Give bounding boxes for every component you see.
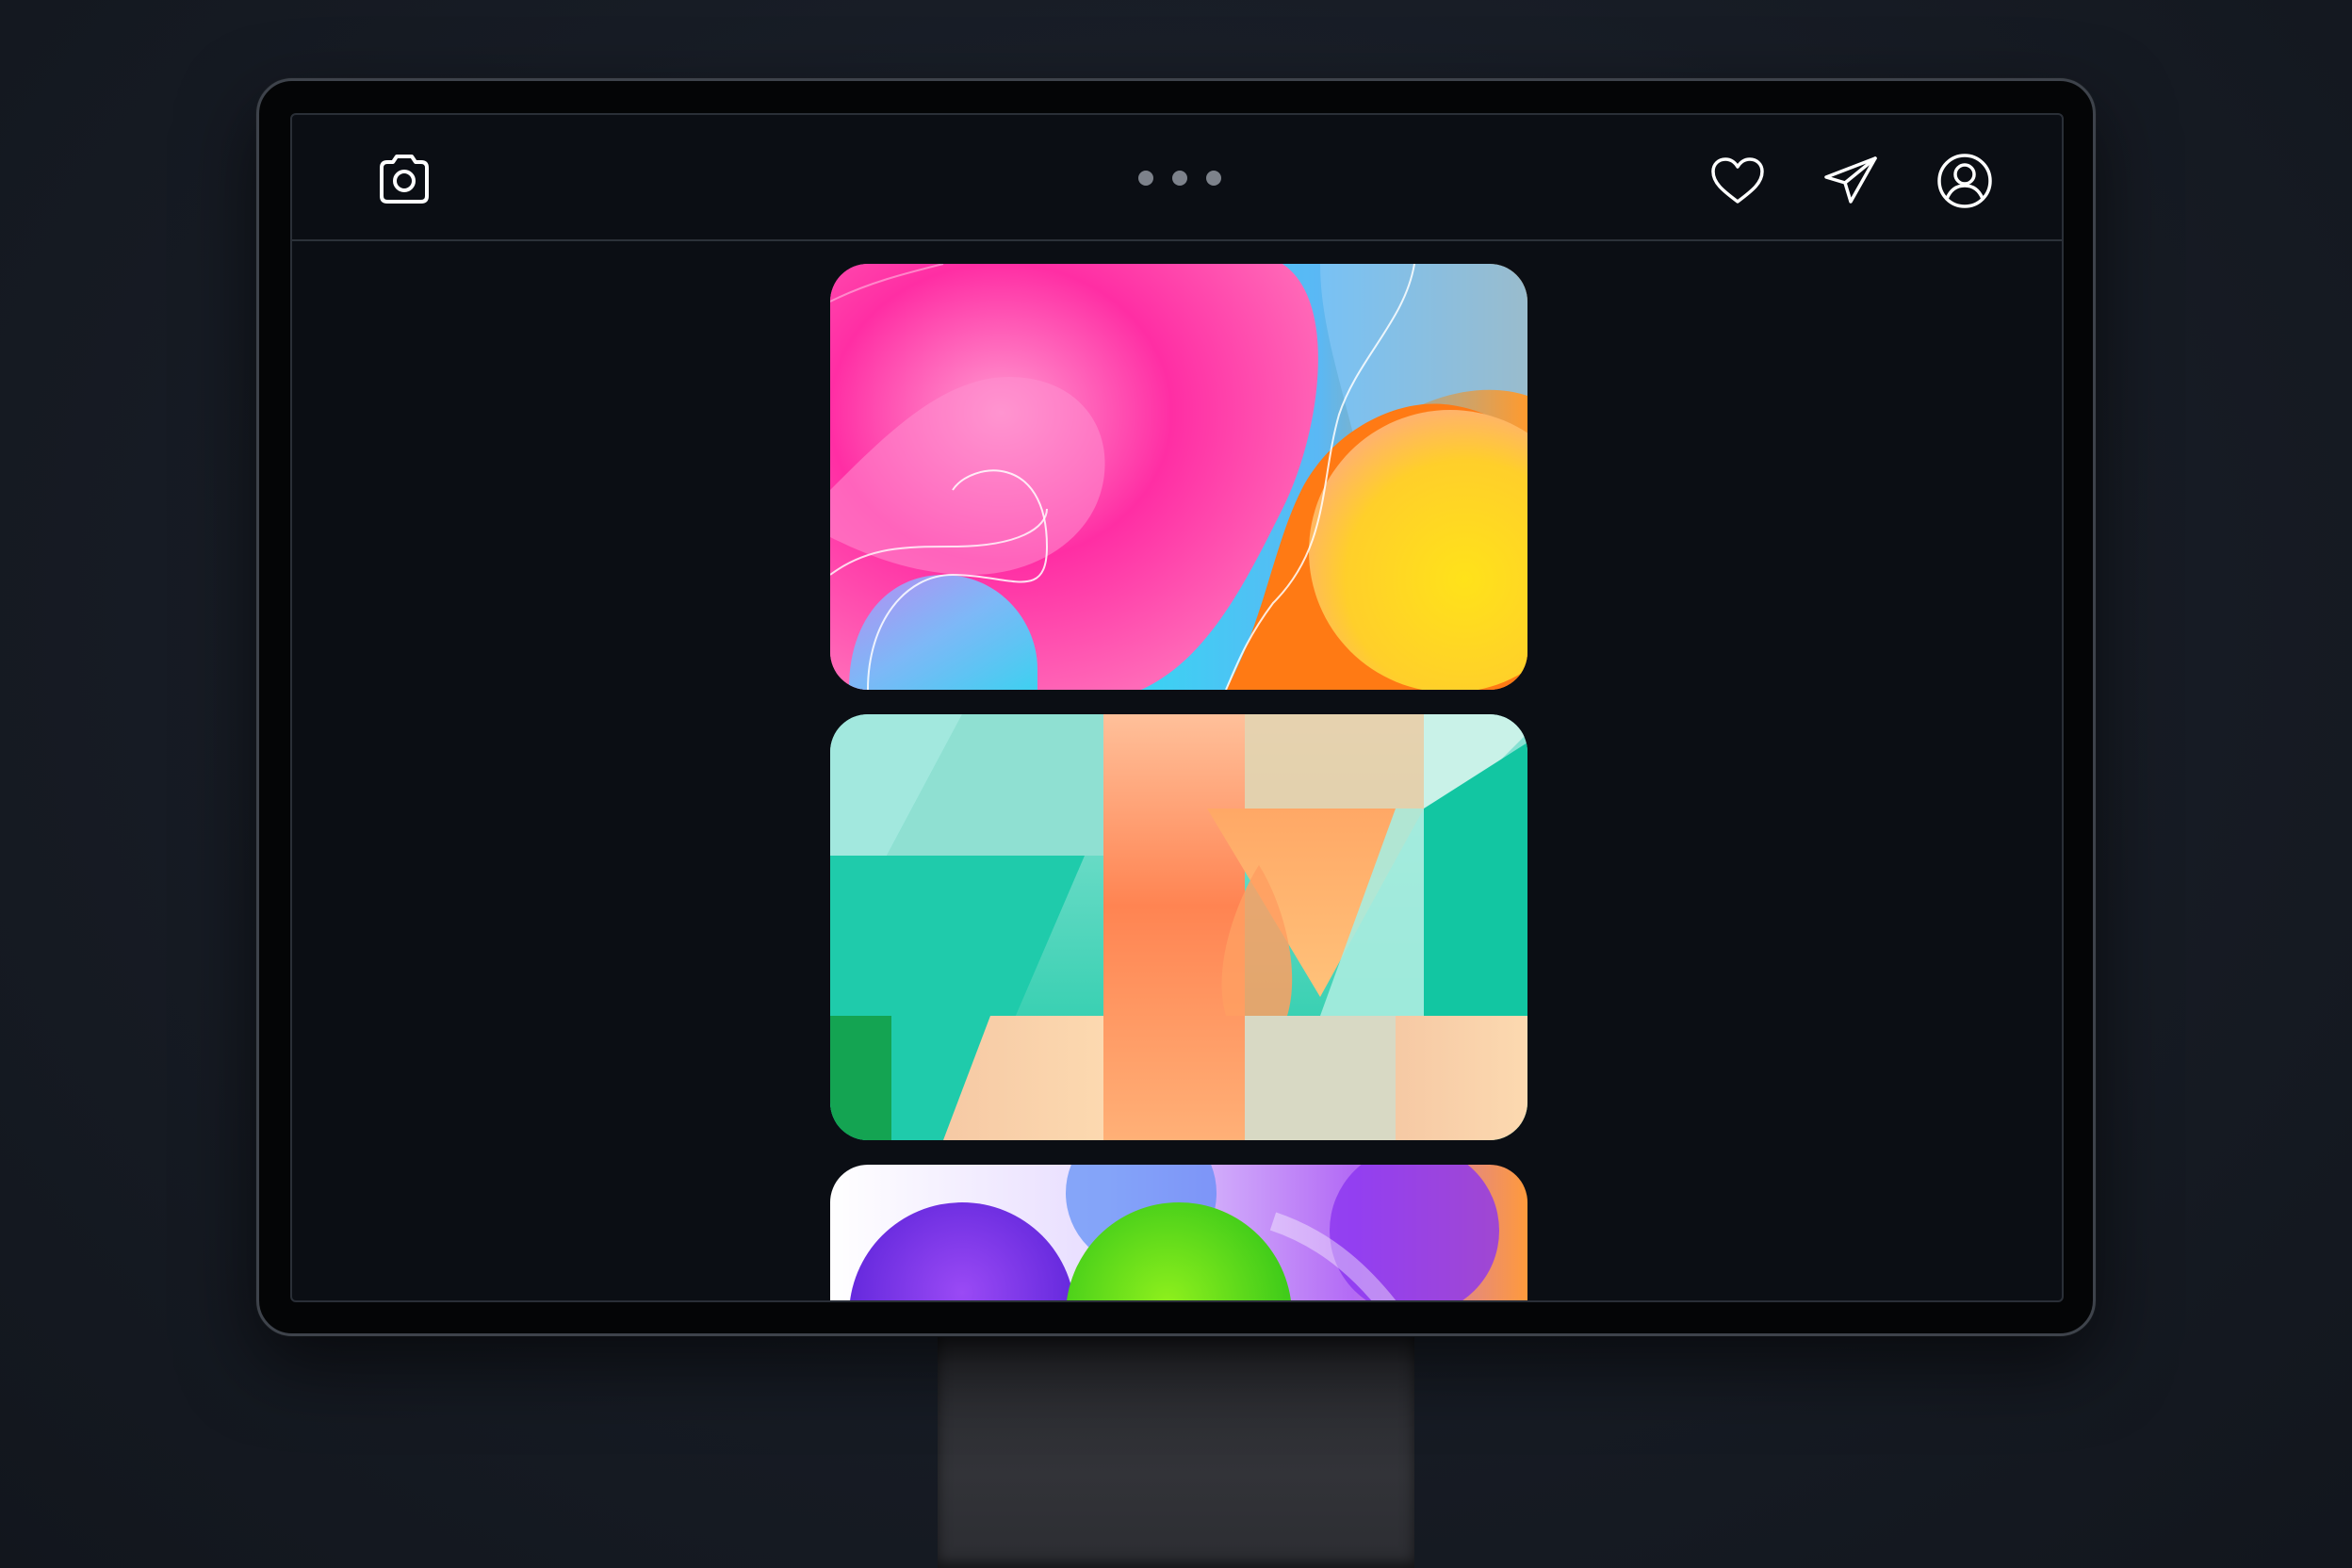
more-dots-icon bbox=[1206, 171, 1221, 186]
heart-icon bbox=[1711, 157, 1764, 204]
more-dots-icon bbox=[1138, 171, 1153, 186]
likes-button[interactable] bbox=[1706, 149, 1770, 213]
monitor-stand bbox=[938, 1336, 1414, 1568]
abstract-fluid-artwork bbox=[830, 264, 1527, 690]
camera-icon bbox=[380, 155, 429, 204]
profile-icon bbox=[1937, 154, 1992, 208]
profile-button[interactable] bbox=[1933, 149, 1997, 213]
feed-post-image[interactable] bbox=[830, 714, 1527, 1140]
more-dots-icon bbox=[1172, 171, 1187, 186]
more-menu-button[interactable] bbox=[1135, 166, 1225, 190]
app-screen bbox=[290, 113, 2064, 1302]
abstract-geometric-artwork bbox=[830, 714, 1527, 1140]
abstract-bubbles-artwork bbox=[830, 1165, 1527, 1300]
top-navigation-bar bbox=[292, 115, 2062, 241]
messages-button[interactable] bbox=[1819, 149, 1883, 213]
paper-plane-icon bbox=[1824, 156, 1877, 204]
feed-post-image[interactable] bbox=[830, 1165, 1527, 1300]
feed-post-image[interactable] bbox=[830, 264, 1527, 690]
camera-button[interactable] bbox=[372, 149, 436, 213]
